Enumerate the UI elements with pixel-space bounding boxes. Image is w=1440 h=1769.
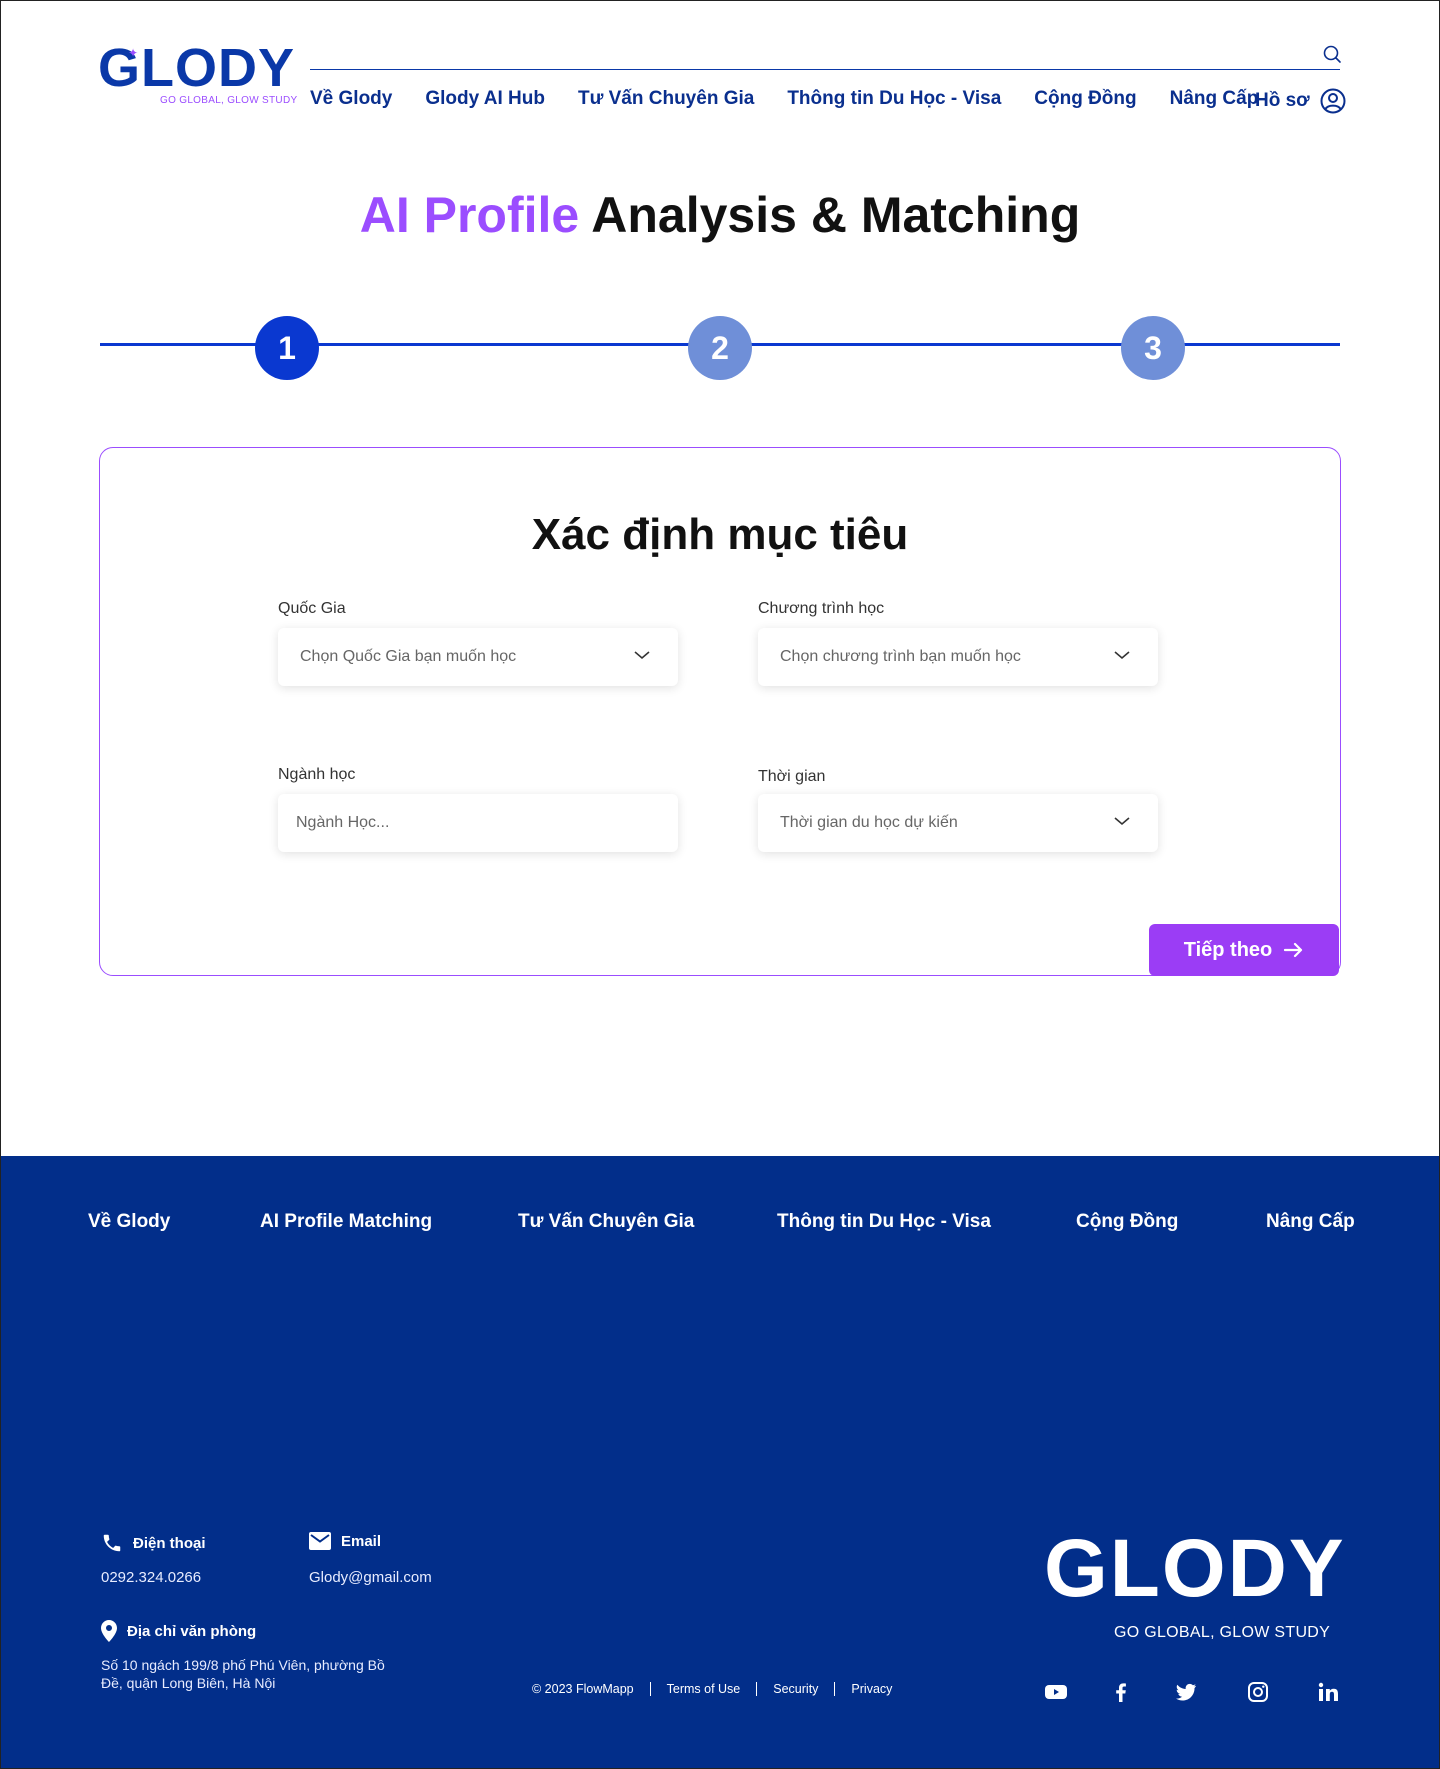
title-accent: AI Profile	[359, 187, 580, 243]
footer-nav-tu-van[interactable]: Tư Vấn Chuyên Gia	[518, 1211, 694, 1233]
address-value: Số 10 ngách 199/8 phố Phú Viên, phường B…	[101, 1656, 411, 1692]
phone-value[interactable]: 0292.324.0266	[101, 1569, 201, 1586]
page-title: AI Profile Analysis & Matching	[0, 186, 1440, 244]
facebook-icon[interactable]	[1109, 1680, 1133, 1704]
security-link[interactable]: Security	[756, 1682, 834, 1696]
program-label: Chương trình học	[758, 600, 885, 617]
star-icon: ✦	[128, 46, 139, 60]
country-label: Quốc Gia	[278, 600, 346, 617]
phone-label: Điện thoại	[133, 1534, 206, 1552]
footer-nav-ai-profile[interactable]: AI Profile Matching	[260, 1211, 432, 1233]
next-button[interactable]: Tiếp theo	[1149, 924, 1339, 976]
arrow-right-icon	[1284, 942, 1303, 958]
user-icon	[1320, 88, 1346, 114]
program-select[interactable]: Chọn chương trình bạn muốn học	[758, 628, 1158, 686]
privacy-link[interactable]: Privacy	[834, 1682, 908, 1696]
goal-form-card: Xác định mục tiêu Quốc Gia Chọn Quốc Gia…	[99, 447, 1341, 976]
twitter-icon[interactable]	[1174, 1680, 1198, 1704]
time-label: Thời gian	[758, 768, 826, 785]
legal-links: © 2023 FlowMapp Terms of Use Security Pr…	[532, 1682, 908, 1696]
country-placeholder: Chọn Quốc Gia bạn muốn học	[300, 648, 517, 665]
time-placeholder: Thời gian du học dự kiến	[780, 814, 958, 831]
mail-icon	[309, 1532, 331, 1550]
major-input[interactable]: Ngành Học...	[278, 794, 678, 852]
logo-tagline: GO GLOBAL, GLOW STUDY	[160, 95, 298, 106]
address-label: Địa chỉ văn phòng	[127, 1622, 257, 1640]
linkedin-icon[interactable]	[1316, 1680, 1340, 1704]
address-line-2: Đề, quận Long Biên, Hà Nội	[101, 1675, 276, 1691]
step-2[interactable]: 2	[688, 316, 752, 380]
step-1[interactable]: 1	[255, 316, 319, 380]
profile-link[interactable]: Hồ sơ	[1255, 88, 1346, 114]
phone-icon	[103, 1534, 121, 1552]
nav-item-ve-glody[interactable]: Về Glody	[310, 88, 392, 110]
major-placeholder: Ngành Học...	[296, 814, 390, 831]
main-nav: Về Glody Glody AI Hub Tư Vấn Chuyên Gia …	[310, 88, 1291, 110]
country-select[interactable]: Chọn Quốc Gia bạn muốn học	[278, 628, 678, 686]
chevron-down-icon	[634, 651, 650, 660]
chevron-down-icon	[1114, 651, 1130, 660]
email-label: Email	[341, 1532, 382, 1550]
program-placeholder: Chọn chương trình bạn muốn học	[780, 648, 1021, 665]
email-heading: Email	[309, 1532, 381, 1550]
footer-nav-ve-glody[interactable]: Về Glody	[88, 1211, 170, 1233]
chevron-down-icon	[1114, 817, 1130, 826]
address-line-1: Số 10 ngách 199/8 phố Phú Viên, phường B…	[101, 1657, 385, 1673]
footer-logo-wordmark: GLODY	[1044, 1523, 1346, 1614]
title-rest: Analysis & Matching	[591, 187, 1081, 243]
form-title: Xác định mục tiêu	[531, 510, 909, 559]
step-3[interactable]: 3	[1121, 316, 1185, 380]
instagram-icon[interactable]	[1246, 1680, 1270, 1704]
footer-nav-nang-cap[interactable]: Nâng Cấp	[1266, 1211, 1355, 1233]
nav-item-tu-van[interactable]: Tư Vấn Chuyên Gia	[578, 88, 754, 110]
footer-logo-tagline: GO GLOBAL, GLOW STUDY	[1114, 1624, 1331, 1641]
nav-item-cong-dong[interactable]: Cộng Đồng	[1034, 88, 1136, 110]
nav-item-ai-hub[interactable]: Glody AI Hub	[425, 88, 545, 110]
youtube-icon[interactable]	[1044, 1680, 1068, 1704]
glody-logo[interactable]: GLODY ✦ GO GLOBAL, GLOW STUDY	[98, 38, 297, 110]
time-select[interactable]: Thời gian du học dự kiến	[758, 794, 1158, 852]
address-heading: Địa chỉ văn phòng	[101, 1620, 256, 1642]
next-button-label: Tiếp theo	[1183, 938, 1273, 961]
location-pin-icon	[101, 1620, 117, 1642]
footer: Về Glody AI Profile Matching Tư Vấn Chuy…	[0, 1156, 1440, 1769]
search-underline	[310, 69, 1340, 70]
copyright: © 2023 FlowMapp	[532, 1682, 634, 1696]
nav-item-nang-cap[interactable]: Nâng Cấp	[1170, 88, 1259, 110]
phone-heading: Điện thoại	[101, 1532, 206, 1554]
major-label: Ngành học	[278, 766, 356, 783]
profile-label: Hồ sơ	[1255, 90, 1310, 111]
search-icon[interactable]	[1322, 44, 1342, 64]
terms-link[interactable]: Terms of Use	[649, 1682, 757, 1696]
email-value[interactable]: Glody@gmail.com	[309, 1569, 432, 1586]
footer-nav-cong-dong[interactable]: Cộng Đồng	[1076, 1211, 1178, 1233]
nav-item-du-hoc-visa[interactable]: Thông tin Du Học - Visa	[787, 88, 1001, 110]
footer-nav-du-hoc-visa[interactable]: Thông tin Du Học - Visa	[777, 1211, 991, 1233]
